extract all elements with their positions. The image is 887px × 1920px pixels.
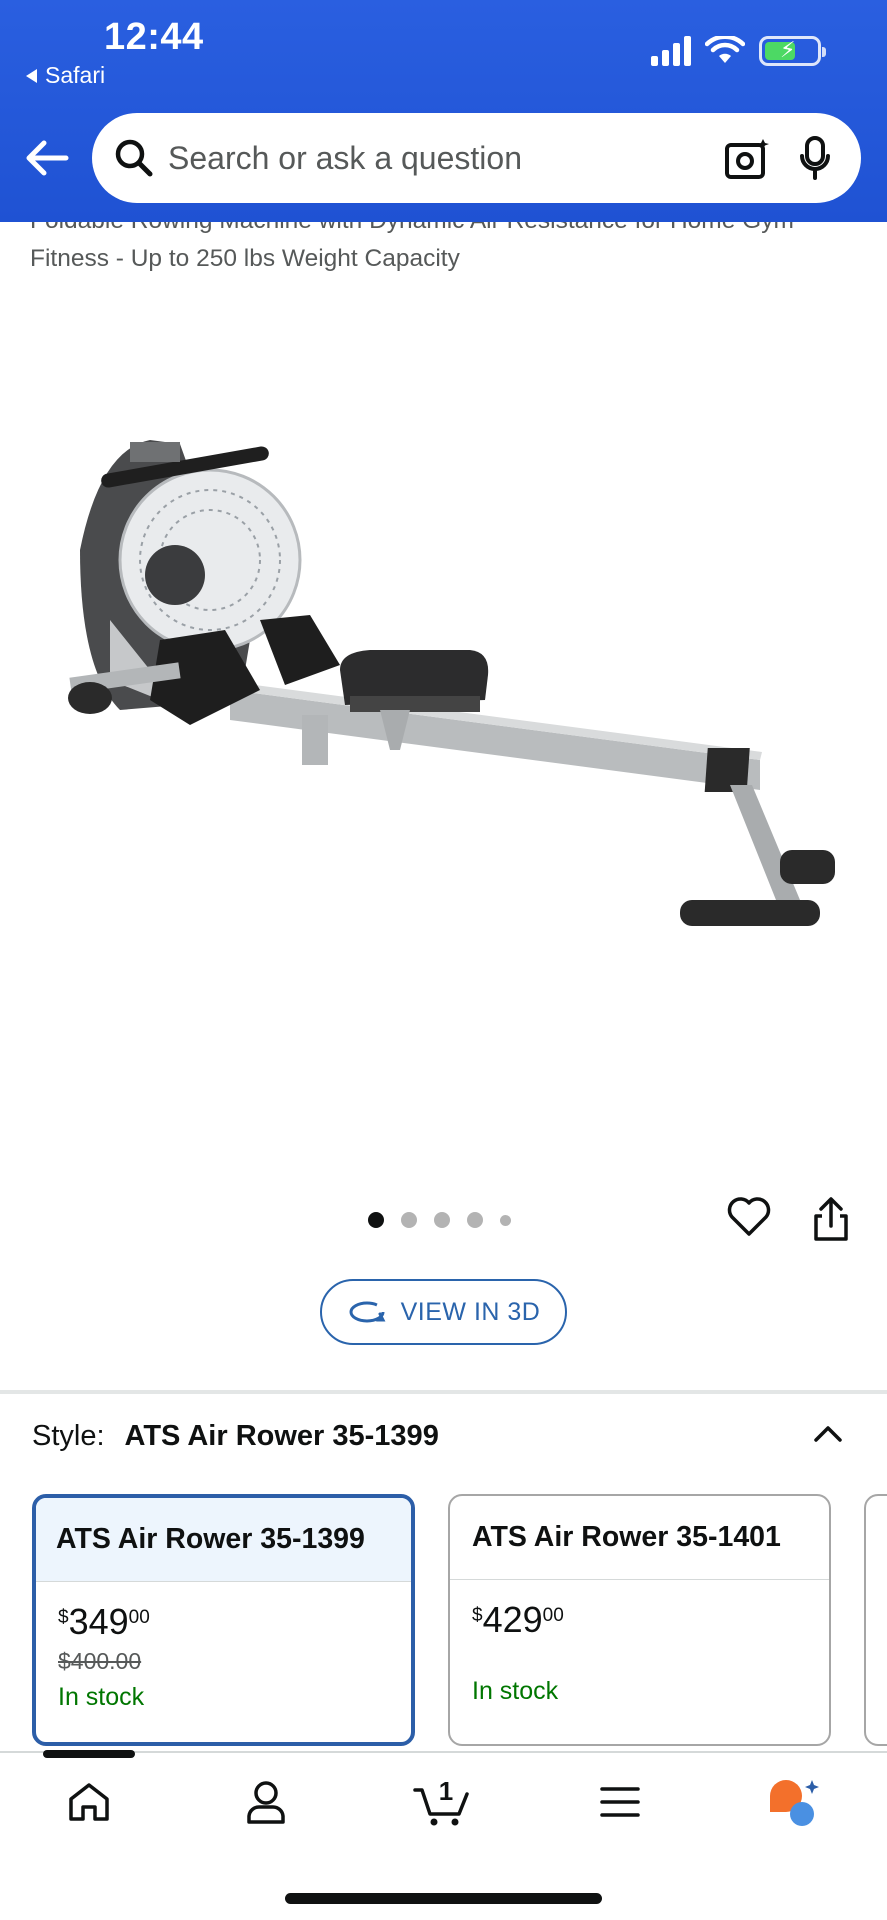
status-time: 12:44 bbox=[104, 16, 204, 58]
carousel-dot-5[interactable] bbox=[500, 1214, 511, 1226]
chevron-up-icon[interactable] bbox=[812, 1422, 844, 1446]
style-selected-value: ATS Air Rower 35-1399 bbox=[124, 1420, 439, 1452]
style-option-card[interactable]: ATS Air Rower 35-1399 $ 349 00 $400.00 I… bbox=[32, 1494, 415, 1746]
nav-menu[interactable] bbox=[590, 1774, 650, 1830]
style-option-price: $ 349 00 bbox=[58, 1601, 150, 1642]
heart-icon[interactable] bbox=[726, 1196, 772, 1238]
back-to-safari-link[interactable]: Safari bbox=[26, 62, 105, 89]
app-header: 12:44 Safari ⚡ Search or ask a question bbox=[0, 0, 887, 222]
cellular-signal-icon bbox=[651, 36, 691, 66]
microphone-icon[interactable] bbox=[799, 136, 831, 180]
style-option-list-price: $400.00 bbox=[58, 1648, 142, 1674]
back-arrow-icon[interactable] bbox=[22, 136, 72, 180]
nav-account[interactable] bbox=[236, 1774, 296, 1830]
view-in-3d-button[interactable]: VIEW IN 3D bbox=[320, 1279, 567, 1345]
nav-rufus[interactable] bbox=[764, 1774, 824, 1830]
cart-count: 1 bbox=[439, 1776, 453, 1806]
rotate-3d-icon bbox=[349, 1301, 386, 1323]
rufus-assistant-icon bbox=[770, 1780, 819, 1826]
menu-icon bbox=[600, 1787, 640, 1817]
style-selector-header: Style: ATS Air Rower 35-1399 bbox=[32, 1420, 439, 1453]
carousel-dot-3[interactable] bbox=[434, 1212, 450, 1228]
section-divider bbox=[0, 1390, 887, 1394]
carousel-dot-4[interactable] bbox=[467, 1212, 483, 1228]
search-bar[interactable]: Search or ask a question bbox=[92, 113, 861, 203]
style-option-card[interactable]: ATS Air Rower 35-1401 $ 429 00 In stock bbox=[448, 1494, 831, 1746]
status-icons: ⚡ bbox=[651, 36, 826, 66]
style-option-availability: In stock bbox=[58, 1683, 145, 1711]
view-in-3d-label: VIEW IN 3D bbox=[400, 1297, 541, 1326]
style-option-list-price bbox=[472, 1646, 807, 1669]
search-icon bbox=[114, 138, 154, 178]
style-option-price: $ 429 00 bbox=[472, 1599, 564, 1640]
nav-home[interactable] bbox=[59, 1774, 119, 1830]
active-tab-indicator bbox=[43, 1750, 135, 1758]
image-carousel-dots[interactable] bbox=[368, 1212, 511, 1228]
search-input[interactable]: Search or ask a question bbox=[168, 140, 725, 177]
style-option-availability: In stock bbox=[472, 1677, 559, 1705]
home-icon bbox=[69, 1783, 109, 1821]
share-icon[interactable] bbox=[812, 1196, 850, 1242]
account-icon bbox=[247, 1781, 285, 1824]
carousel-dot-2[interactable] bbox=[401, 1212, 417, 1228]
wifi-icon bbox=[705, 36, 745, 63]
style-option-name: ATS Air Rower 35-1401 bbox=[450, 1496, 829, 1580]
carousel-dot-1[interactable] bbox=[368, 1212, 384, 1228]
style-option-card-partial[interactable] bbox=[864, 1494, 887, 1746]
product-image[interactable] bbox=[40, 430, 860, 990]
nav-cart[interactable]: 1 bbox=[413, 1774, 473, 1830]
back-triangle-icon bbox=[26, 68, 37, 83]
cart-icon: 1 bbox=[413, 1776, 469, 1826]
style-label: Style: bbox=[32, 1420, 105, 1452]
home-indicator bbox=[285, 1893, 602, 1904]
back-app-label: Safari bbox=[45, 62, 106, 88]
battery-icon: ⚡ bbox=[759, 36, 826, 66]
camera-search-icon[interactable] bbox=[725, 137, 769, 179]
style-option-name: ATS Air Rower 35-1399 bbox=[36, 1498, 411, 1582]
